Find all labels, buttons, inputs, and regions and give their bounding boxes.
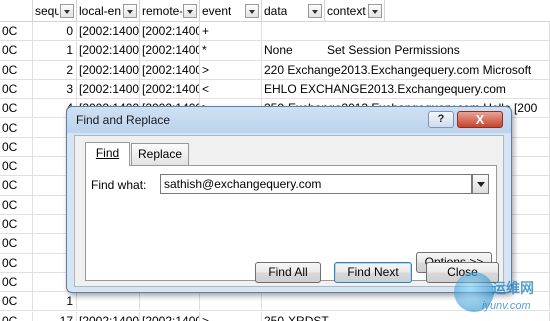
table-cell-remote[interactable] [140, 292, 200, 312]
table-row[interactable]: 0C 1 [2002:1400 [2002:1400 * None Set Session … [0, 41, 550, 61]
table-cell-context[interactable]: Set Session Permissions [325, 41, 550, 61]
column-header-label: local-endpoint [79, 4, 121, 18]
column-header-label: remote-endpoint [142, 4, 182, 18]
table-cell-a[interactable]: 0C [0, 195, 33, 215]
logo-text-en: iyunv.com [482, 300, 531, 312]
table-cell-local[interactable]: [2002:1400 [77, 60, 140, 80]
table-cell-a[interactable]: 0C [0, 118, 33, 138]
table-cell-event[interactable] [200, 292, 262, 312]
column-header-context[interactable]: context [325, 0, 385, 22]
table-cell-context[interactable] [325, 79, 550, 100]
table-cell-event[interactable]: > [200, 311, 262, 321]
table-cell-local[interactable]: [2002:1400 [77, 22, 140, 42]
table-cell-seq[interactable]: 1 [33, 41, 77, 61]
table-cell-event[interactable]: < [200, 79, 262, 100]
table-cell-a[interactable]: 0C [0, 22, 33, 42]
column-header-sequence[interactable]: sequence [33, 0, 77, 22]
table-cell-a[interactable]: 0C [0, 234, 33, 254]
table-cell-a[interactable]: 0C [0, 176, 33, 196]
table-cell-a[interactable]: 0C [0, 137, 33, 158]
tab-label: Replace [137, 147, 183, 161]
filter-dropdown-icon[interactable] [60, 4, 74, 18]
table-cell-event[interactable]: + [200, 22, 262, 42]
column-header-label: context [327, 4, 366, 18]
column-header-a[interactable] [0, 0, 33, 22]
find-what-dropdown-icon[interactable] [472, 174, 489, 194]
table-cell-seq[interactable]: 2 [33, 60, 77, 80]
tab-label: Find [95, 146, 120, 160]
table-cell-context[interactable] [325, 60, 550, 80]
table-cell-a[interactable]: 0C [0, 215, 33, 235]
help-button[interactable]: ? [428, 111, 454, 128]
table-cell-local[interactable]: [2002:1400 [77, 311, 140, 321]
table-cell-local[interactable]: [2002:1400 [77, 79, 140, 100]
table-cell-remote[interactable]: [2002:1400 [140, 311, 200, 321]
table-row[interactable]: 0C 2 [2002:1400 [2002:1400 >220 Exchange2013… [0, 60, 550, 80]
table-cell-seq[interactable]: 3 [33, 79, 77, 100]
tab-replace[interactable]: Replace [131, 143, 189, 165]
logo-text-cn: 运维网 [492, 280, 534, 296]
column-header-label: data [264, 4, 288, 18]
column-header-data[interactable]: data [262, 0, 325, 22]
table-cell-remote[interactable]: [2002:1400 [140, 60, 200, 80]
table-cell-a[interactable]: 0C [0, 157, 33, 177]
filter-dropdown-icon[interactable] [245, 4, 259, 18]
table-cell-event[interactable]: * [200, 41, 262, 61]
find-what-input[interactable] [160, 174, 472, 194]
table-cell-a[interactable]: 0C [0, 311, 33, 321]
table-cell-a[interactable]: 0C [0, 79, 33, 100]
table-cell-a[interactable]: 0C [0, 272, 33, 293]
watermark-logo: 运维网 iyunv.com [448, 270, 548, 320]
column-header-remote-endpoint[interactable]: remote-endpoint [140, 0, 200, 22]
table-cell-data[interactable]: 220 Exchange2013.Exchangequery.com Micro… [262, 61, 531, 80]
filter-dropdown-icon[interactable] [123, 4, 137, 18]
find-what-label: Find what: [91, 178, 147, 192]
dialog-title: Find and Replace [76, 113, 171, 127]
table-cell-remote[interactable]: [2002:1400 [140, 79, 200, 100]
table-cell-seq[interactable]: 0 [33, 22, 77, 42]
close-icon[interactable]: X [457, 111, 503, 128]
table-cell-local[interactable]: [2002:1400 [77, 41, 140, 61]
filter-dropdown-icon[interactable] [308, 4, 322, 18]
table-cell-a[interactable]: 0C [0, 292, 33, 312]
column-header-empty[interactable] [385, 0, 550, 22]
table-row[interactable]: 0C 0 [2002:1400 [2002:1400 + [0, 22, 550, 42]
table-cell-remote[interactable]: [2002:1400 [140, 22, 200, 42]
table-cell-data[interactable]: 250-XRDST [262, 312, 329, 321]
column-header-label: event [202, 4, 232, 18]
table-cell-data[interactable] [262, 292, 325, 312]
table-cell-a[interactable]: 0C [0, 41, 33, 61]
table-cell-a[interactable]: 0C [0, 60, 33, 80]
table-cell-local[interactable] [77, 292, 140, 312]
table-cell-seq[interactable]: 17 [33, 311, 77, 321]
column-header-label: sequence [35, 4, 59, 18]
table-cell-a[interactable]: 0C [0, 253, 33, 273]
column-header-event[interactable]: event [200, 0, 262, 22]
table-cell-data[interactable] [262, 22, 325, 42]
table-cell-a[interactable]: 0C [0, 99, 33, 119]
table-cell-data[interactable]: None [262, 41, 325, 61]
column-header-local-endpoint[interactable]: local-endpoint [77, 0, 140, 22]
table-cell-data[interactable]: EHLO EXCHANGE2013.Exchangequery.com [262, 80, 506, 100]
find-all-button[interactable]: Find All [255, 262, 321, 283]
find-next-button[interactable]: Find Next [334, 262, 412, 283]
table-cell-seq[interactable]: 1 [33, 292, 77, 312]
table-row[interactable]: 0C 3 [2002:1400 [2002:1400 < EHLO EXCHANGE201… [0, 79, 550, 100]
header-row: sequence local-endpoint remote-endpoint … [0, 0, 550, 22]
table-cell-context[interactable] [325, 22, 550, 42]
filter-dropdown-icon[interactable] [368, 4, 382, 18]
table-cell-remote[interactable]: [2002:1400 [140, 41, 200, 61]
tab-find[interactable]: Find [85, 142, 130, 166]
filter-dropdown-icon[interactable] [183, 4, 197, 18]
table-cell-event[interactable]: > [200, 60, 262, 80]
